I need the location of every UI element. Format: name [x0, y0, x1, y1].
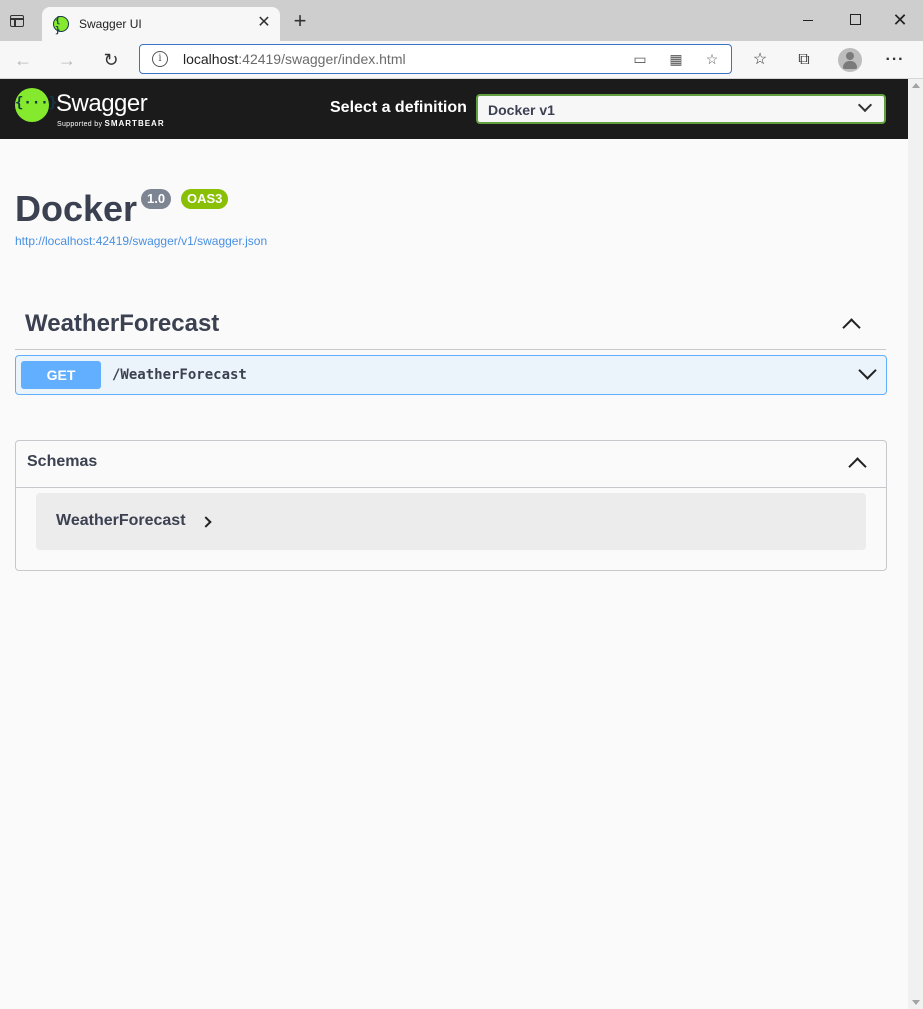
swagger-logo-glyph: {···}: [15, 95, 58, 111]
swagger-topbar: {···} Swagger Supported by SMARTBEAR Sel…: [0, 79, 908, 139]
smartbear-label: SMARTBEAR: [104, 119, 165, 128]
api-title: Docker: [15, 188, 138, 229]
tag-header-weatherforecast[interactable]: WeatherForecast: [15, 302, 886, 350]
swagger-brand-text: Swagger: [56, 90, 148, 117]
url-path: :42419/swagger/index.html: [238, 51, 406, 67]
chevron-down-icon[interactable]: [858, 361, 877, 380]
refresh-icon[interactable]: ↻: [100, 49, 122, 71]
supported-by-label: Supported by: [57, 121, 103, 128]
back-arrow-icon[interactable]: ←: [12, 49, 34, 71]
operation-get-weatherforecast[interactable]: GET /WeatherForecast: [15, 355, 887, 395]
close-tab-icon[interactable]: ✕: [256, 15, 272, 31]
swagger-favicon-icon: [53, 16, 69, 36]
scroll-down-arrow-icon[interactable]: [912, 1000, 920, 1005]
version-badge: 1.0: [141, 189, 172, 209]
model-weatherforecast[interactable]: WeatherForecast: [36, 493, 866, 550]
url-host: localhost: [183, 51, 239, 67]
qr-code-icon[interactable]: ▦: [667, 50, 685, 68]
url-text[interactable]: localhost:42419/swagger/index.html: [183, 51, 406, 67]
definition-select[interactable]: Docker v1: [476, 94, 886, 124]
tab-actions-icon[interactable]: [10, 15, 24, 27]
spec-json-link[interactable]: http://localhost:42419/swagger/v1/swagge…: [15, 234, 267, 248]
close-window-button[interactable]: ✕: [877, 8, 923, 32]
scroll-up-arrow-icon[interactable]: [912, 83, 920, 88]
collections-icon[interactable]: ⧉: [793, 49, 815, 71]
vertical-scrollbar[interactable]: [908, 79, 923, 1009]
chevron-right-icon[interactable]: [200, 516, 212, 528]
swagger-logo-icon[interactable]: {···}: [15, 88, 58, 122]
chevron-up-icon[interactable]: [842, 318, 861, 337]
schemas-title: Schemas: [27, 453, 98, 470]
forward-arrow-icon[interactable]: →: [56, 49, 78, 71]
browser-tab-strip: Swagger UI ✕ + ✕: [0, 0, 923, 41]
model-name: WeatherForecast: [56, 512, 186, 529]
add-favorite-star-icon[interactable]: ☆: [703, 50, 721, 68]
chevron-down-icon: [857, 97, 873, 113]
tag-name: WeatherForecast: [25, 310, 220, 337]
browser-tab[interactable]: Swagger UI ✕: [42, 7, 280, 41]
minimize-button[interactable]: [785, 8, 831, 32]
method-badge-get: GET: [21, 361, 101, 389]
favorites-icon[interactable]: ☆: [749, 49, 771, 71]
chevron-up-icon[interactable]: [848, 457, 867, 476]
select-definition-label: Select a definition: [330, 99, 467, 116]
more-options-icon[interactable]: ···: [884, 49, 906, 71]
tab-title: Swagger UI: [79, 17, 142, 31]
supported-by-text: Supported by SMARTBEAR: [57, 119, 165, 128]
address-bar[interactable]: i localhost:42419/swagger/index.html ▭ ▦…: [139, 44, 732, 74]
new-tab-button[interactable]: +: [290, 10, 310, 32]
maximize-button[interactable]: [831, 8, 877, 32]
definition-select-value: Docker v1: [488, 102, 555, 118]
operation-path: /WeatherForecast: [112, 367, 247, 383]
browser-toolbar: ← → ↻ i localhost:42419/swagger/index.ht…: [0, 41, 923, 79]
app-available-icon[interactable]: ▭: [631, 50, 649, 68]
site-info-icon[interactable]: i: [152, 51, 168, 67]
oas-badge: OAS3: [181, 189, 229, 209]
schemas-section: Schemas WeatherForecast: [15, 440, 887, 571]
schemas-header[interactable]: Schemas: [16, 441, 886, 488]
profile-avatar-icon[interactable]: [838, 48, 862, 72]
